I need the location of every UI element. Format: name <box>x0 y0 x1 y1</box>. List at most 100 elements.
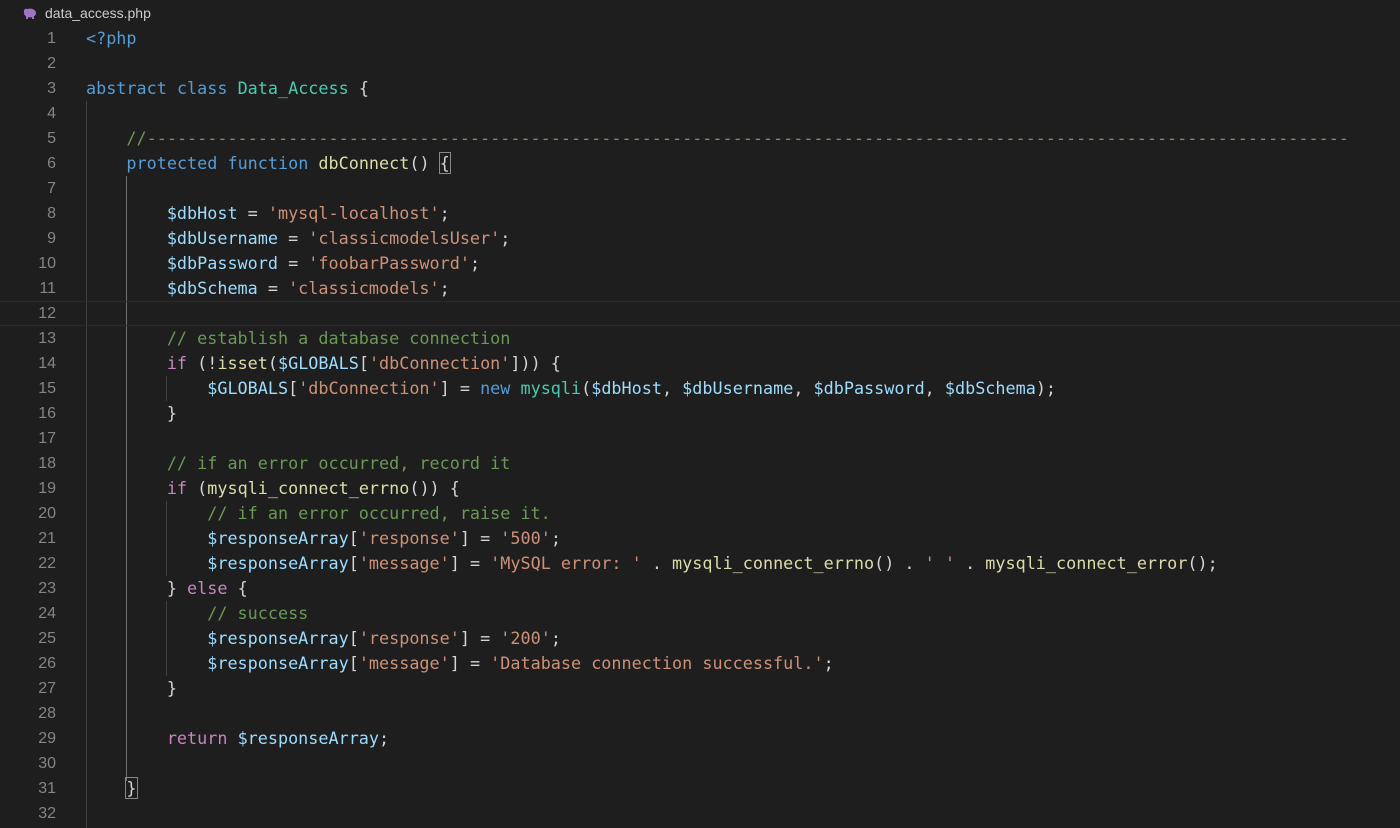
line-number: 21 <box>38 530 56 547</box>
code-line[interactable]: 14 if (!isset($GLOBALS['dbConnection']))… <box>0 351 1400 376</box>
code-line[interactable]: 21 $responseArray['response'] = '500'; <box>0 526 1400 551</box>
code-line[interactable]: 7 <box>0 176 1400 201</box>
code-token: if <box>166 478 188 498</box>
code-token: { <box>227 578 248 598</box>
code-token: // if an error occurred, raise it. <box>207 503 551 523</box>
code-line[interactable]: 2 <box>0 51 1400 76</box>
code-line[interactable]: 25 $responseArray['response'] = '200'; <box>0 626 1400 651</box>
code-token: [ <box>348 553 359 573</box>
line-code: } else { <box>86 576 248 601</box>
code-line[interactable]: 31 } <box>0 776 1400 801</box>
code-token: // success <box>207 603 309 623</box>
code-line[interactable]: 4 <box>0 101 1400 126</box>
line-code: <?php <box>86 26 137 51</box>
code-line[interactable]: 32 <box>0 801 1400 826</box>
line-code: protected function dbConnect() { <box>86 151 451 176</box>
code-token: $dbPassword <box>813 378 925 398</box>
code-token: 'classicmodelsUser' <box>308 228 501 248</box>
code-token: 'Database connection successful.' <box>490 653 824 673</box>
code-line[interactable]: 28 <box>0 701 1400 726</box>
code-token: ; <box>379 728 390 748</box>
line-number: 5 <box>47 130 56 147</box>
code-token: <?php <box>86 28 137 48</box>
tab-data-access-php[interactable]: data_access.php <box>22 3 151 23</box>
code-line[interactable]: 17 <box>0 426 1400 451</box>
code-line[interactable]: 12 <box>0 301 1400 326</box>
line-number: 19 <box>38 480 56 497</box>
code-token: [ <box>348 653 359 673</box>
code-line[interactable]: 29 return $responseArray; <box>0 726 1400 751</box>
code-line[interactable]: 27 } <box>0 676 1400 701</box>
line-code: abstract class Data_Access { <box>86 76 369 101</box>
code-token: (); <box>1187 553 1218 573</box>
code-token: = <box>257 278 289 298</box>
code-token: if <box>166 353 188 373</box>
code-line[interactable]: 20 // if an error occurred, raise it. <box>0 501 1400 526</box>
code-token: ] = <box>439 378 481 398</box>
code-token: $responseArray <box>207 553 349 573</box>
line-code: // if an error occurred, record it <box>86 451 511 476</box>
code-token: ] = <box>449 653 491 673</box>
line-number: 28 <box>38 705 56 722</box>
line-number: 2 <box>47 55 56 72</box>
line-number: 7 <box>47 180 56 197</box>
code-line[interactable]: 23 } else { <box>0 576 1400 601</box>
line-number: 11 <box>39 280 56 297</box>
code-line[interactable]: 26 $responseArray['message'] = 'Database… <box>0 651 1400 676</box>
code-token: [ <box>348 628 359 648</box>
code-line[interactable]: 9 $dbUsername = 'classicmodelsUser'; <box>0 226 1400 251</box>
line-number: 12 <box>38 305 56 322</box>
code-line[interactable]: 6 protected function dbConnect() { <box>0 151 1400 176</box>
code-token: } <box>86 578 188 598</box>
code-line[interactable]: 3 abstract class Data_Access { <box>0 76 1400 101</box>
code-token: $dbHost <box>166 203 238 223</box>
line-number: 27 <box>38 680 56 697</box>
code-line[interactable]: 1 <?php <box>0 26 1400 51</box>
code-line[interactable]: 30 <box>0 751 1400 776</box>
code-line[interactable]: 18 // if an error occurred, record it <box>0 451 1400 476</box>
code-line[interactable]: 8 $dbHost = 'mysql-localhost'; <box>0 201 1400 226</box>
code-token: $responseArray <box>207 653 349 673</box>
code-token: 'mysql-localhost' <box>267 203 440 223</box>
code-token: = <box>277 228 309 248</box>
code-line[interactable]: 13 // establish a database connection <box>0 326 1400 351</box>
code-token: 'response' <box>358 628 460 648</box>
code-line[interactable]: 19 if (mysqli_connect_errno()) { <box>0 476 1400 501</box>
code-line[interactable]: 10 $dbPassword = 'foobarPassword'; <box>0 251 1400 276</box>
code-token: ( <box>581 378 592 398</box>
line-code: $dbSchema = 'classicmodels'; <box>86 276 450 301</box>
code-line[interactable]: 24 // success <box>0 601 1400 626</box>
matched-bracket: { <box>438 152 451 174</box>
line-code: if (!isset($GLOBALS['dbConnection'])) { <box>86 351 561 376</box>
code-token: Data_Access <box>237 78 349 98</box>
line-number: 32 <box>38 805 56 822</box>
code-line[interactable]: 16 } <box>0 401 1400 426</box>
line-code: $responseArray['response'] = '200'; <box>86 626 561 651</box>
line-number: 8 <box>47 205 56 222</box>
code-line[interactable]: 5 //------------------------------------… <box>0 126 1400 151</box>
code-token: . <box>641 553 673 573</box>
code-token: 'dbConnection' <box>368 353 511 373</box>
code-editor[interactable]: 1 <?php 2 3 abstract class Data_Access {4 5 /… <box>0 26 1400 828</box>
code-token: $GLOBALS <box>207 378 289 398</box>
line-number: 3 <box>47 80 56 97</box>
code-token: ] = <box>459 528 501 548</box>
code-line[interactable]: 22 $responseArray['message'] = 'MySQL er… <box>0 551 1400 576</box>
code-line[interactable]: 15 $GLOBALS['dbConnection'] = new mysqli… <box>0 376 1400 401</box>
code-line[interactable]: 11 $dbSchema = 'classicmodels'; <box>0 276 1400 301</box>
code-token: // establish a database connection <box>166 328 511 348</box>
code-token: } <box>86 403 177 423</box>
